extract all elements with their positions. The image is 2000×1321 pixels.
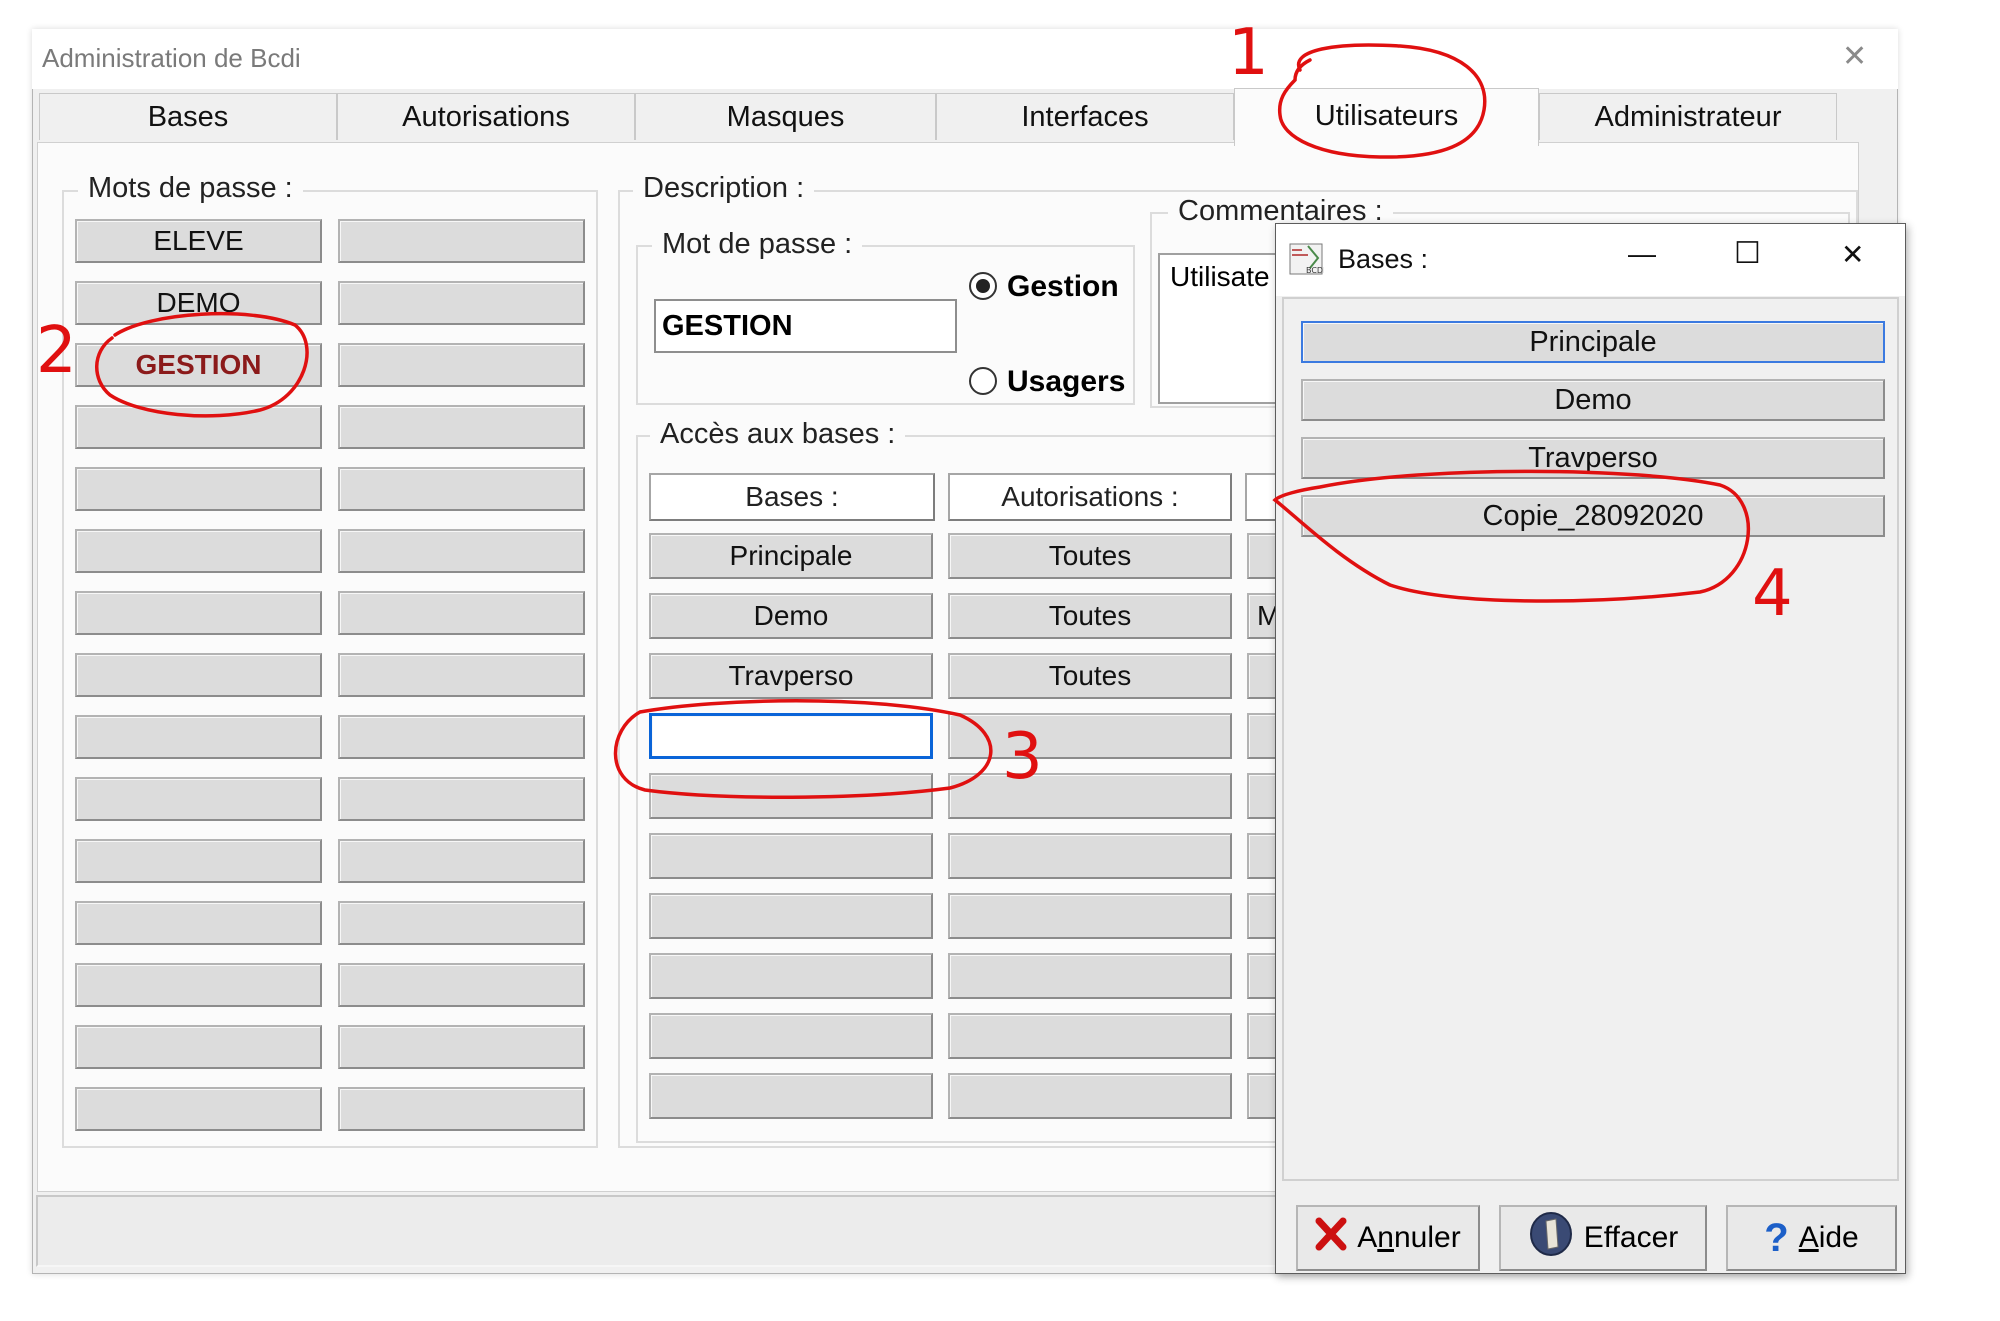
help-mnemonic: A [1798, 1221, 1819, 1254]
access-base-cell[interactable] [649, 953, 933, 999]
cancel-label-start: A [1357, 1221, 1378, 1254]
password-button[interactable] [338, 405, 585, 449]
access-auth-cell[interactable]: Toutes [948, 653, 1232, 699]
password-button[interactable]: GESTION [75, 343, 322, 387]
access-auth-cell[interactable] [948, 833, 1232, 879]
radio-usagers-circle[interactable] [969, 367, 997, 395]
password-button[interactable] [338, 591, 585, 635]
password-legend: Mot de passe : [652, 228, 863, 261]
bcdi-app-icon: BCDI [1288, 242, 1325, 276]
password-button[interactable] [338, 777, 585, 821]
password-button[interactable] [338, 1087, 585, 1131]
password-button[interactable] [75, 529, 322, 573]
red-x-icon [1315, 1217, 1347, 1259]
window-title: Administration de Bcdi [42, 43, 301, 73]
tab-bases[interactable]: Bases [39, 93, 337, 140]
password-input[interactable]: GESTION [654, 299, 957, 353]
access-base-cell[interactable] [649, 1013, 933, 1059]
help-label-end: ide [1818, 1221, 1859, 1254]
password-button[interactable] [338, 715, 585, 759]
access-base-cell[interactable] [649, 713, 933, 759]
svg-text:BCDI: BCDI [1306, 266, 1324, 275]
password-button[interactable] [75, 839, 322, 883]
clear-label: Effacer [1583, 1221, 1679, 1254]
access-base-cell[interactable] [649, 833, 933, 879]
access-auth-cell[interactable] [948, 773, 1232, 819]
password-button[interactable] [338, 219, 585, 263]
password-button[interactable] [75, 901, 322, 945]
access-auth-cell[interactable] [948, 953, 1232, 999]
tab-masques[interactable]: Masques [635, 93, 936, 140]
bases-item-button[interactable]: Demo [1301, 379, 1885, 421]
password-button[interactable] [338, 901, 585, 945]
tab-autorisations[interactable]: Autorisations [337, 93, 635, 140]
access-legend: Accès aux bases : [650, 418, 906, 451]
password-button[interactable] [338, 963, 585, 1007]
radio-gestion-label: Gestion [1007, 270, 1119, 303]
passwords-legend: Mots de passe : [78, 172, 303, 205]
access-base-cell[interactable]: Demo [649, 593, 933, 639]
password-button[interactable] [338, 467, 585, 511]
bases-item-button[interactable]: Travperso [1301, 437, 1885, 479]
bases-dialog-title-bar: BCDI Bases : — ☐ ✕ [1276, 224, 1905, 296]
bases-item-button[interactable]: Copie_28092020 [1301, 495, 1885, 537]
access-auth-cell[interactable]: Toutes [948, 593, 1232, 639]
description-legend: Description : [633, 172, 815, 205]
access-auth-cell[interactable] [948, 1073, 1232, 1119]
tab-utilisateurs[interactable]: Utilisateurs [1234, 88, 1539, 146]
minimize-icon[interactable]: — [1628, 238, 1656, 270]
help-label: Aide [1799, 1221, 1859, 1255]
password-button[interactable] [75, 653, 322, 697]
header-bases: Bases : [649, 473, 935, 521]
password-button[interactable] [75, 1087, 322, 1131]
cancel-label-end: nuler [1393, 1221, 1461, 1254]
password-button[interactable] [338, 1025, 585, 1069]
maximize-icon[interactable]: ☐ [1734, 236, 1761, 271]
bases-close-icon[interactable]: ✕ [1841, 238, 1864, 271]
password-button[interactable] [75, 467, 322, 511]
password-button[interactable] [338, 839, 585, 883]
radio-usagers-label: Usagers [1007, 365, 1126, 398]
access-auth-cell[interactable] [948, 1013, 1232, 1059]
access-auth-cell[interactable] [948, 713, 1232, 759]
cancel-button[interactable]: Annuler [1296, 1205, 1480, 1271]
cancel-label: Annuler [1357, 1221, 1460, 1255]
header-autorisations: Autorisations : [948, 473, 1232, 521]
help-button[interactable]: ? Aide [1726, 1205, 1897, 1271]
radio-gestion-circle[interactable] [969, 272, 997, 300]
access-base-cell[interactable]: Travperso [649, 653, 933, 699]
password-button[interactable] [75, 1025, 322, 1069]
radio-selected-dot [976, 279, 990, 293]
access-base-cell[interactable]: Principale [649, 533, 933, 579]
password-button[interactable] [75, 715, 322, 759]
clear-button[interactable]: Effacer [1499, 1205, 1707, 1271]
cancel-mnemonic: n [1377, 1221, 1394, 1254]
password-button[interactable] [338, 343, 585, 387]
access-base-cell[interactable] [649, 773, 933, 819]
password-button[interactable] [338, 529, 585, 573]
password-button[interactable] [75, 405, 322, 449]
password-button[interactable] [75, 963, 322, 1007]
bases-item-button[interactable]: Principale [1301, 321, 1885, 363]
bases-list-panel [1282, 297, 1899, 1181]
access-base-cell[interactable] [649, 893, 933, 939]
password-button[interactable]: DEMO [75, 281, 322, 325]
password-button[interactable] [338, 281, 585, 325]
password-button[interactable] [75, 591, 322, 635]
bases-dialog-title: Bases : [1338, 244, 1429, 274]
close-icon[interactable]: ✕ [1842, 39, 1867, 74]
eraser-icon [1528, 1211, 1574, 1265]
tab-administrateur[interactable]: Administrateur [1539, 93, 1837, 140]
password-button[interactable] [75, 777, 322, 821]
access-auth-cell[interactable]: Toutes [948, 533, 1232, 579]
access-base-cell[interactable] [649, 1073, 933, 1119]
tab-interfaces[interactable]: Interfaces [936, 93, 1234, 140]
title-bar: Administration de Bcdi ✕ [32, 29, 1898, 89]
password-button[interactable]: ELEVE [75, 219, 322, 263]
password-button[interactable] [338, 653, 585, 697]
access-auth-cell[interactable] [948, 893, 1232, 939]
question-icon: ? [1764, 1215, 1789, 1260]
bases-dialog: BCDI Bases : — ☐ ✕ Annuler Effacer ? Aid… [1275, 223, 1906, 1274]
